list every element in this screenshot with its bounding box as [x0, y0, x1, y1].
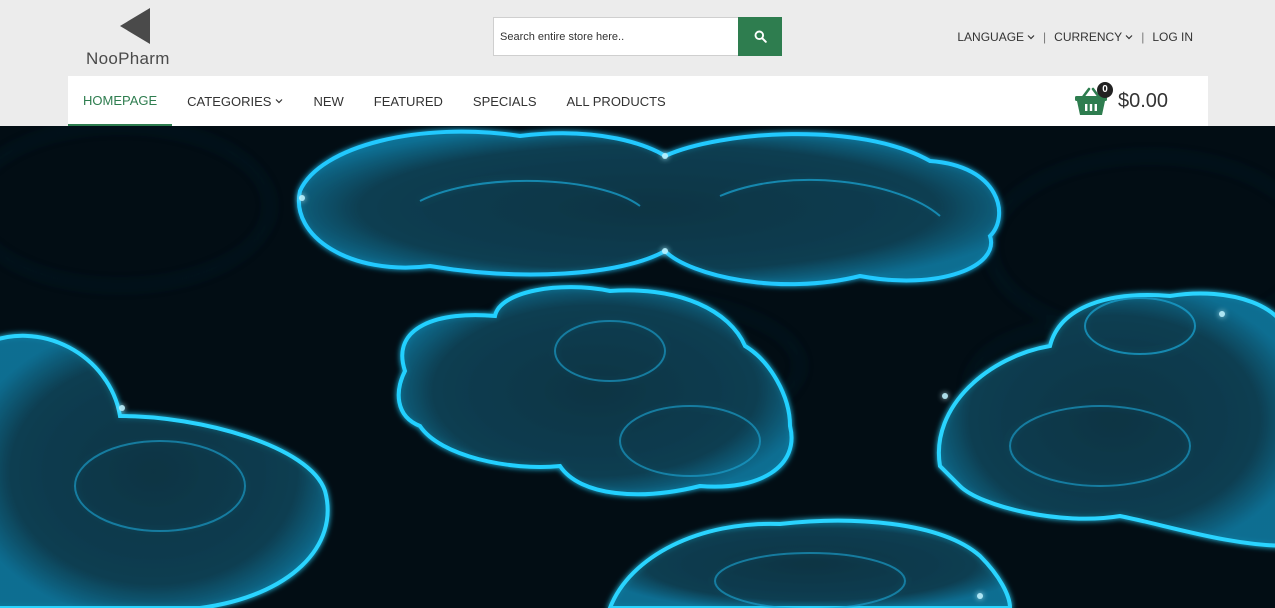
nav-item-label: NEW: [313, 93, 344, 109]
nav-item-categories[interactable]: CATEGORIES: [172, 76, 298, 126]
link-separator: |: [1043, 30, 1047, 44]
nav-item-label: CATEGORIES: [187, 93, 272, 109]
nav-item-new[interactable]: NEW: [298, 76, 358, 126]
nav-menu: HOMEPAGE CATEGORIES NEW FEATURED SPECIAL…: [68, 76, 681, 126]
account-links: LANGUAGE | CURRENCY | LOG IN: [957, 30, 1193, 44]
cart-total: $0.00: [1118, 89, 1169, 112]
nav-item-label: ALL PRODUCTS: [566, 93, 666, 109]
cart-count-badge: 0: [1097, 82, 1113, 98]
main-navigation: HOMEPAGE CATEGORIES NEW FEATURED SPECIAL…: [68, 76, 1208, 126]
chevron-down-icon: [276, 99, 283, 104]
nav-item-label: FEATURED: [373, 93, 443, 109]
search-input[interactable]: [493, 17, 738, 56]
nav-item-label: HOMEPAGE: [83, 92, 158, 108]
brand-logo[interactable]: NooPharm: [84, 8, 194, 70]
currency-dropdown[interactable]: CURRENCY: [1054, 30, 1133, 44]
chevron-down-icon: [1125, 35, 1133, 40]
search-icon: [754, 30, 767, 43]
hero-banner-image: [0, 126, 1275, 608]
top-header: NooPharm LANGUAGE | CURRENCY | LOG IN: [0, 0, 1275, 76]
chevron-down-icon: [1027, 35, 1035, 40]
search-button[interactable]: [738, 17, 782, 56]
nav-item-featured[interactable]: FEATURED: [359, 76, 458, 126]
hero-banner[interactable]: [0, 126, 1275, 608]
language-dropdown[interactable]: LANGUAGE: [957, 30, 1035, 44]
nav-item-all-products[interactable]: ALL PRODUCTS: [552, 76, 681, 126]
nav-item-homepage[interactable]: HOMEPAGE: [68, 76, 173, 126]
login-link[interactable]: LOG IN: [1152, 30, 1193, 44]
nav-item-specials[interactable]: SPECIALS: [458, 76, 552, 126]
search-bar: [493, 17, 782, 56]
cart-icon-wrap: 0: [1074, 82, 1113, 116]
brand-name: NooPharm: [86, 49, 170, 68]
cart-button[interactable]: 0 $0.00: [1074, 82, 1169, 118]
link-separator: |: [1141, 30, 1145, 44]
language-label: LANGUAGE: [957, 30, 1025, 44]
triangle-logo-icon: [120, 8, 150, 44]
currency-label: CURRENCY: [1054, 30, 1123, 44]
nav-item-label: SPECIALS: [472, 93, 537, 109]
